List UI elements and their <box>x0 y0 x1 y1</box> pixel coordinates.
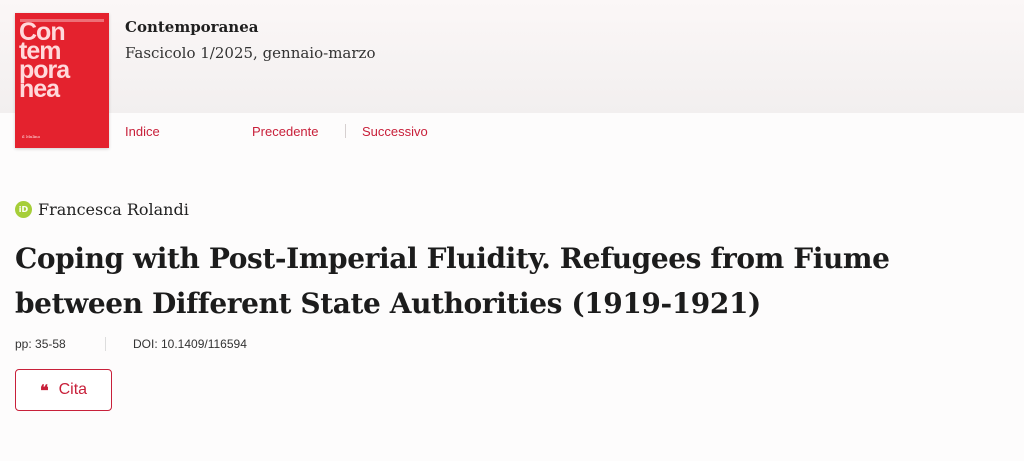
meta-divider <box>105 337 106 351</box>
doi-label[interactable]: DOI: 10.1409/116594 <box>133 337 247 351</box>
quote-icon: ❝ <box>39 380 49 400</box>
nav-index-link[interactable]: Indice <box>125 124 160 139</box>
nav-next-link[interactable]: Successivo <box>362 124 428 139</box>
article-title: Coping with Post-Imperial Fluidity. Refu… <box>15 242 890 320</box>
journal-cover-image[interactable]: Con tem pora nea il Mulino <box>15 13 109 148</box>
author-name[interactable]: Francesca Rolandi <box>38 200 189 219</box>
journal-title[interactable]: Contemporanea <box>125 18 258 36</box>
nav-divider <box>345 124 346 138</box>
page-range: pp: 35-58 <box>15 337 66 351</box>
author-row: iD Francesca Rolandi <box>15 199 189 219</box>
cite-label: Cita <box>58 381 88 398</box>
issue-label: Fascicolo 1/2025, gennaio-marzo <box>125 44 376 62</box>
orcid-icon[interactable]: iD <box>15 200 32 218</box>
cover-title-art: Con tem pora nea <box>19 18 70 103</box>
cite-button[interactable]: ❝ Cita <box>15 369 112 411</box>
cover-publisher: il Mulino <box>22 134 41 139</box>
nav-previous-link[interactable]: Precedente <box>252 124 319 139</box>
